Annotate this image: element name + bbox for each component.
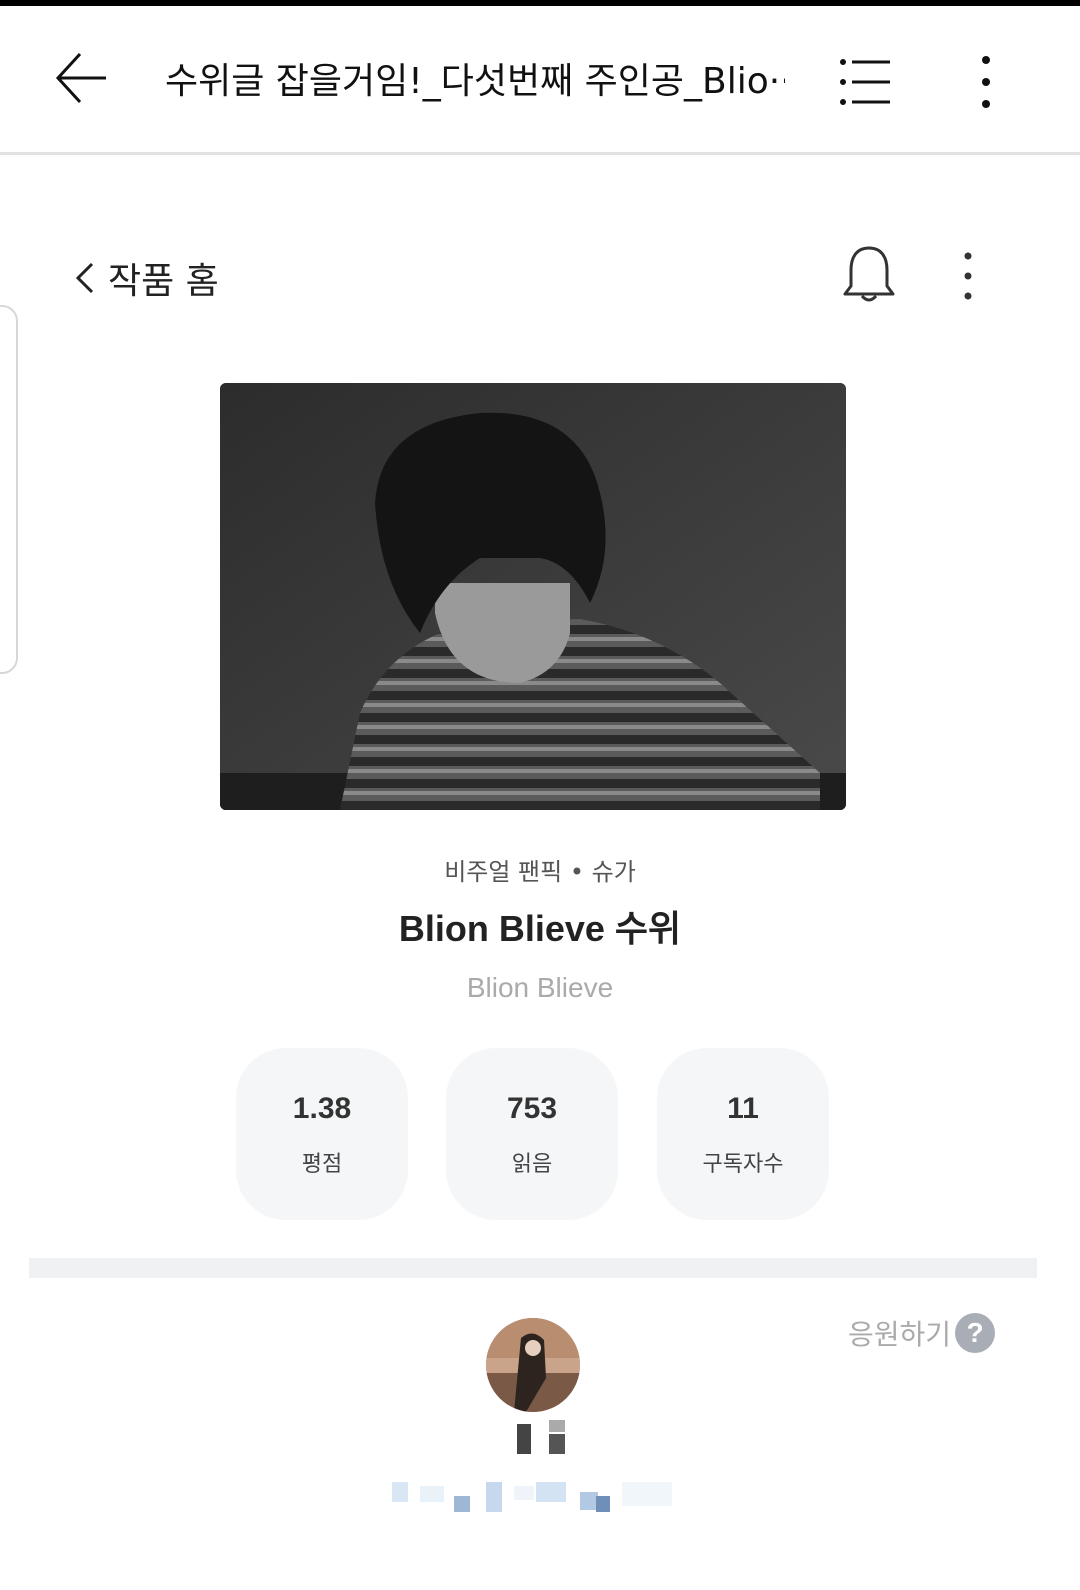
section-divider	[29, 1258, 1037, 1278]
stat-rating-label: 평점	[301, 1152, 343, 1177]
list-icon[interactable]	[838, 56, 898, 108]
cover-image	[220, 383, 846, 810]
stat-reads: 753 읽음	[446, 1048, 618, 1220]
page: 수위글 잡을거임!_다섯번째 주인공_Blio··· 작품 홈 비주얼 팬픽 •…	[0, 0, 1080, 1590]
author-name-redacted	[515, 1420, 567, 1454]
side-panel-handle[interactable]	[0, 305, 18, 674]
stat-rating-value: 1.38	[292, 1092, 352, 1125]
author-avatar[interactable]	[486, 1318, 580, 1412]
support-button[interactable]: 응원하기 ?	[848, 1312, 996, 1354]
stat-reads-label: 읽음	[511, 1152, 553, 1177]
work-home-button[interactable]: 작품 홈	[70, 248, 219, 308]
stat-reads-value: 753	[506, 1092, 558, 1125]
work-home-label: 작품 홈	[108, 261, 219, 302]
work-more-icon[interactable]	[958, 250, 978, 302]
author-bio-redacted	[390, 1480, 690, 1520]
stat-subscribers: 11 구독자수	[657, 1048, 829, 1220]
support-label: 응원하기	[848, 1318, 952, 1351]
stats-row: 1.38 평점 753 읽음 11 구독자수	[236, 1048, 836, 1220]
help-icon[interactable]: ?	[955, 1313, 996, 1353]
stat-subscribers-value: 11	[727, 1092, 759, 1125]
work-author[interactable]: Blion Blieve	[0, 972, 1080, 1004]
work-genre: 비주얼 팬픽 • 슈가	[444, 858, 636, 886]
app-bar-title: 수위글 잡을거임!_다섯번째 주인공_Blio···	[165, 61, 785, 102]
stat-rating: 1.38 평점	[236, 1048, 408, 1220]
bell-icon[interactable]	[842, 244, 896, 306]
more-vertical-icon[interactable]	[972, 52, 1000, 112]
app-bar: 수위글 잡을거임!_다섯번째 주인공_Blio···	[0, 6, 1080, 155]
stat-subscribers-label: 구독자수	[702, 1152, 784, 1177]
chevron-left-icon	[75, 262, 94, 294]
back-arrow-icon[interactable]	[52, 48, 112, 108]
work-title: Blion Blieve 수위	[398, 908, 682, 949]
